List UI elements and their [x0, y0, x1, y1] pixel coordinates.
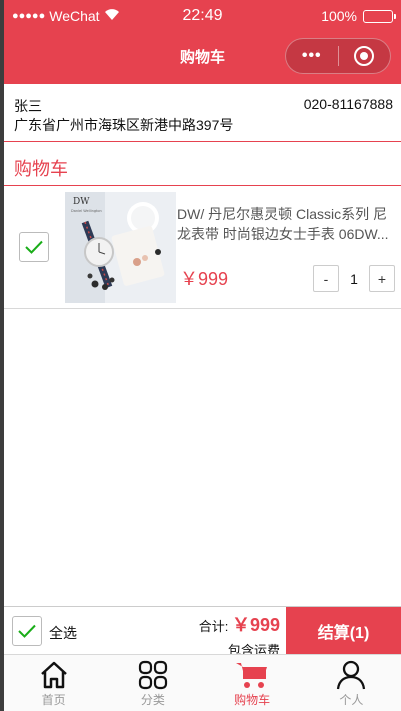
- mini-program-capsule: •••: [285, 38, 391, 74]
- decrease-button[interactable]: -: [313, 265, 339, 292]
- user-icon: [337, 660, 366, 690]
- tab-cart[interactable]: 购物车: [203, 655, 302, 711]
- tab-home[interactable]: 首页: [4, 655, 103, 711]
- tab-category[interactable]: 分类: [103, 655, 202, 711]
- address-card[interactable]: 张三 020-81167888 广东省广州市海珠区新港中路397号: [4, 84, 401, 142]
- status-right: 100%: [321, 8, 396, 24]
- total-amount: ￥999: [231, 615, 280, 635]
- total-summary: 合计: ￥999 包含运费: [199, 611, 280, 659]
- check-icon: [25, 240, 43, 254]
- cart-item: DW Daniel Wellington DW/ 丹尼尔惠灵顿 Classic系…: [4, 187, 401, 309]
- tab-label: 分类: [140, 693, 165, 707]
- quantity-stepper: - 1 +: [313, 265, 395, 292]
- status-bar: ●●●●● WeChat 22:49 100%: [4, 0, 401, 32]
- tab-label: 个人: [339, 693, 364, 707]
- cart-icon: [236, 663, 268, 688]
- check-icon: [18, 624, 36, 638]
- product-price: ￥999: [180, 269, 229, 289]
- recipient-name: 张三: [14, 98, 42, 114]
- select-all-checkbox[interactable]: [12, 616, 42, 646]
- svg-text:DW: DW: [73, 197, 90, 207]
- home-icon: [40, 661, 67, 689]
- checkout-button[interactable]: 结算(1): [286, 607, 401, 654]
- battery-percent: 100%: [321, 8, 357, 24]
- recipient-phone: 020-81167888: [303, 96, 393, 112]
- svg-text:Daniel Wellington: Daniel Wellington: [71, 209, 102, 213]
- app-frame: ●●●●● WeChat 22:49 100% 购物车 ••• 张三 020-8…: [4, 0, 401, 711]
- checkout-bar: 全选 合计: ￥999 包含运费 结算(1): [4, 606, 401, 658]
- recipient-address: 广东省广州市海珠区新港中路397号: [14, 117, 234, 133]
- quantity-value: 1: [350, 270, 358, 287]
- section-title: 购物车: [4, 143, 401, 186]
- tab-profile[interactable]: 个人: [302, 655, 401, 711]
- more-button[interactable]: •••: [286, 47, 338, 65]
- close-icon: [354, 46, 375, 66]
- total-label: 合计:: [198, 619, 229, 634]
- tab-label: 首页: [41, 693, 66, 707]
- product-image[interactable]: DW Daniel Wellington: [65, 192, 176, 303]
- tab-bar: 首页 分类 购物车 个人: [4, 654, 401, 711]
- battery-icon: [363, 9, 396, 23]
- increase-button[interactable]: +: [369, 265, 395, 292]
- category-icon: [138, 660, 167, 690]
- product-title[interactable]: DW/ 丹尼尔惠灵顿 Classic系列 尼龙表带 时尚银边女士手表 06DW.…: [177, 204, 397, 244]
- tab-label: 购物车: [234, 693, 271, 707]
- select-all-label[interactable]: 全选: [49, 623, 77, 643]
- close-button[interactable]: [338, 46, 390, 66]
- item-checkbox[interactable]: [19, 232, 49, 262]
- top-bar: ●●●●● WeChat 22:49 100% 购物车 •••: [4, 0, 401, 84]
